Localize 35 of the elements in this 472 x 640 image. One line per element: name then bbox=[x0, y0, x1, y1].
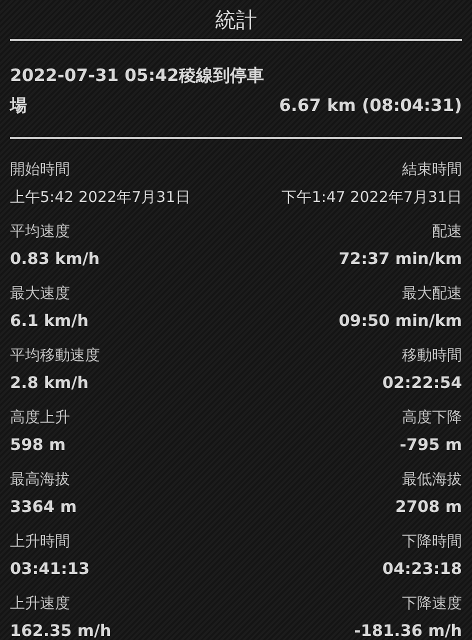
stat-label: 高度下降 bbox=[402, 407, 462, 428]
stat-label: 上升時間 bbox=[10, 531, 70, 552]
stat-label: 高度上升 bbox=[10, 407, 70, 428]
stat-value: 03:41:13 bbox=[10, 558, 90, 580]
stat-value: 6.1 km/h bbox=[10, 310, 88, 332]
screen-title: 統計 bbox=[214, 7, 258, 34]
stat-value: 2708 m bbox=[395, 496, 462, 518]
stat-label: 最大配速 bbox=[402, 283, 462, 304]
trip-name: 2022-07-31 05:42稜線到停車場 bbox=[10, 65, 265, 118]
stat-value: 3364 m bbox=[10, 496, 77, 518]
stat-value: 09:50 min/km bbox=[338, 310, 462, 332]
stat-label: 最大速度 bbox=[10, 283, 70, 304]
stat-value: 72:37 min/km bbox=[338, 248, 462, 270]
stat-value: 598 m bbox=[10, 434, 66, 456]
stat-value: 0.83 km/h bbox=[10, 248, 100, 270]
stat-value: 162.35 m/h bbox=[10, 620, 112, 640]
stat-value: 2.8 km/h bbox=[10, 372, 88, 394]
stat-label: 上升速度 bbox=[10, 593, 70, 614]
stat-label: 結束時間 bbox=[402, 159, 462, 180]
stat-label: 移動時間 bbox=[402, 345, 462, 366]
stat-value: -181.36 m/h bbox=[354, 620, 462, 640]
stat-label: 最高海拔 bbox=[10, 469, 70, 490]
stat-value: -795 m bbox=[400, 434, 462, 456]
trip-summary: 6.67 km (08:04:31) bbox=[279, 95, 462, 118]
stat-label: 開始時間 bbox=[10, 159, 70, 180]
stat-label: 下降速度 bbox=[402, 593, 462, 614]
stat-value: 04:23:18 bbox=[382, 558, 462, 580]
stat-label: 平均速度 bbox=[10, 221, 70, 242]
stat-value: 上午5:42 2022年7月31日 bbox=[10, 187, 190, 208]
stat-label: 配速 bbox=[432, 221, 462, 242]
stat-label: 最低海拔 bbox=[402, 469, 462, 490]
stat-value: 下午1:47 2022年7月31日 bbox=[282, 187, 462, 208]
stat-label: 平均移動速度 bbox=[10, 345, 100, 366]
stat-value: 02:22:54 bbox=[382, 372, 462, 394]
stat-label: 下降時間 bbox=[402, 531, 462, 552]
